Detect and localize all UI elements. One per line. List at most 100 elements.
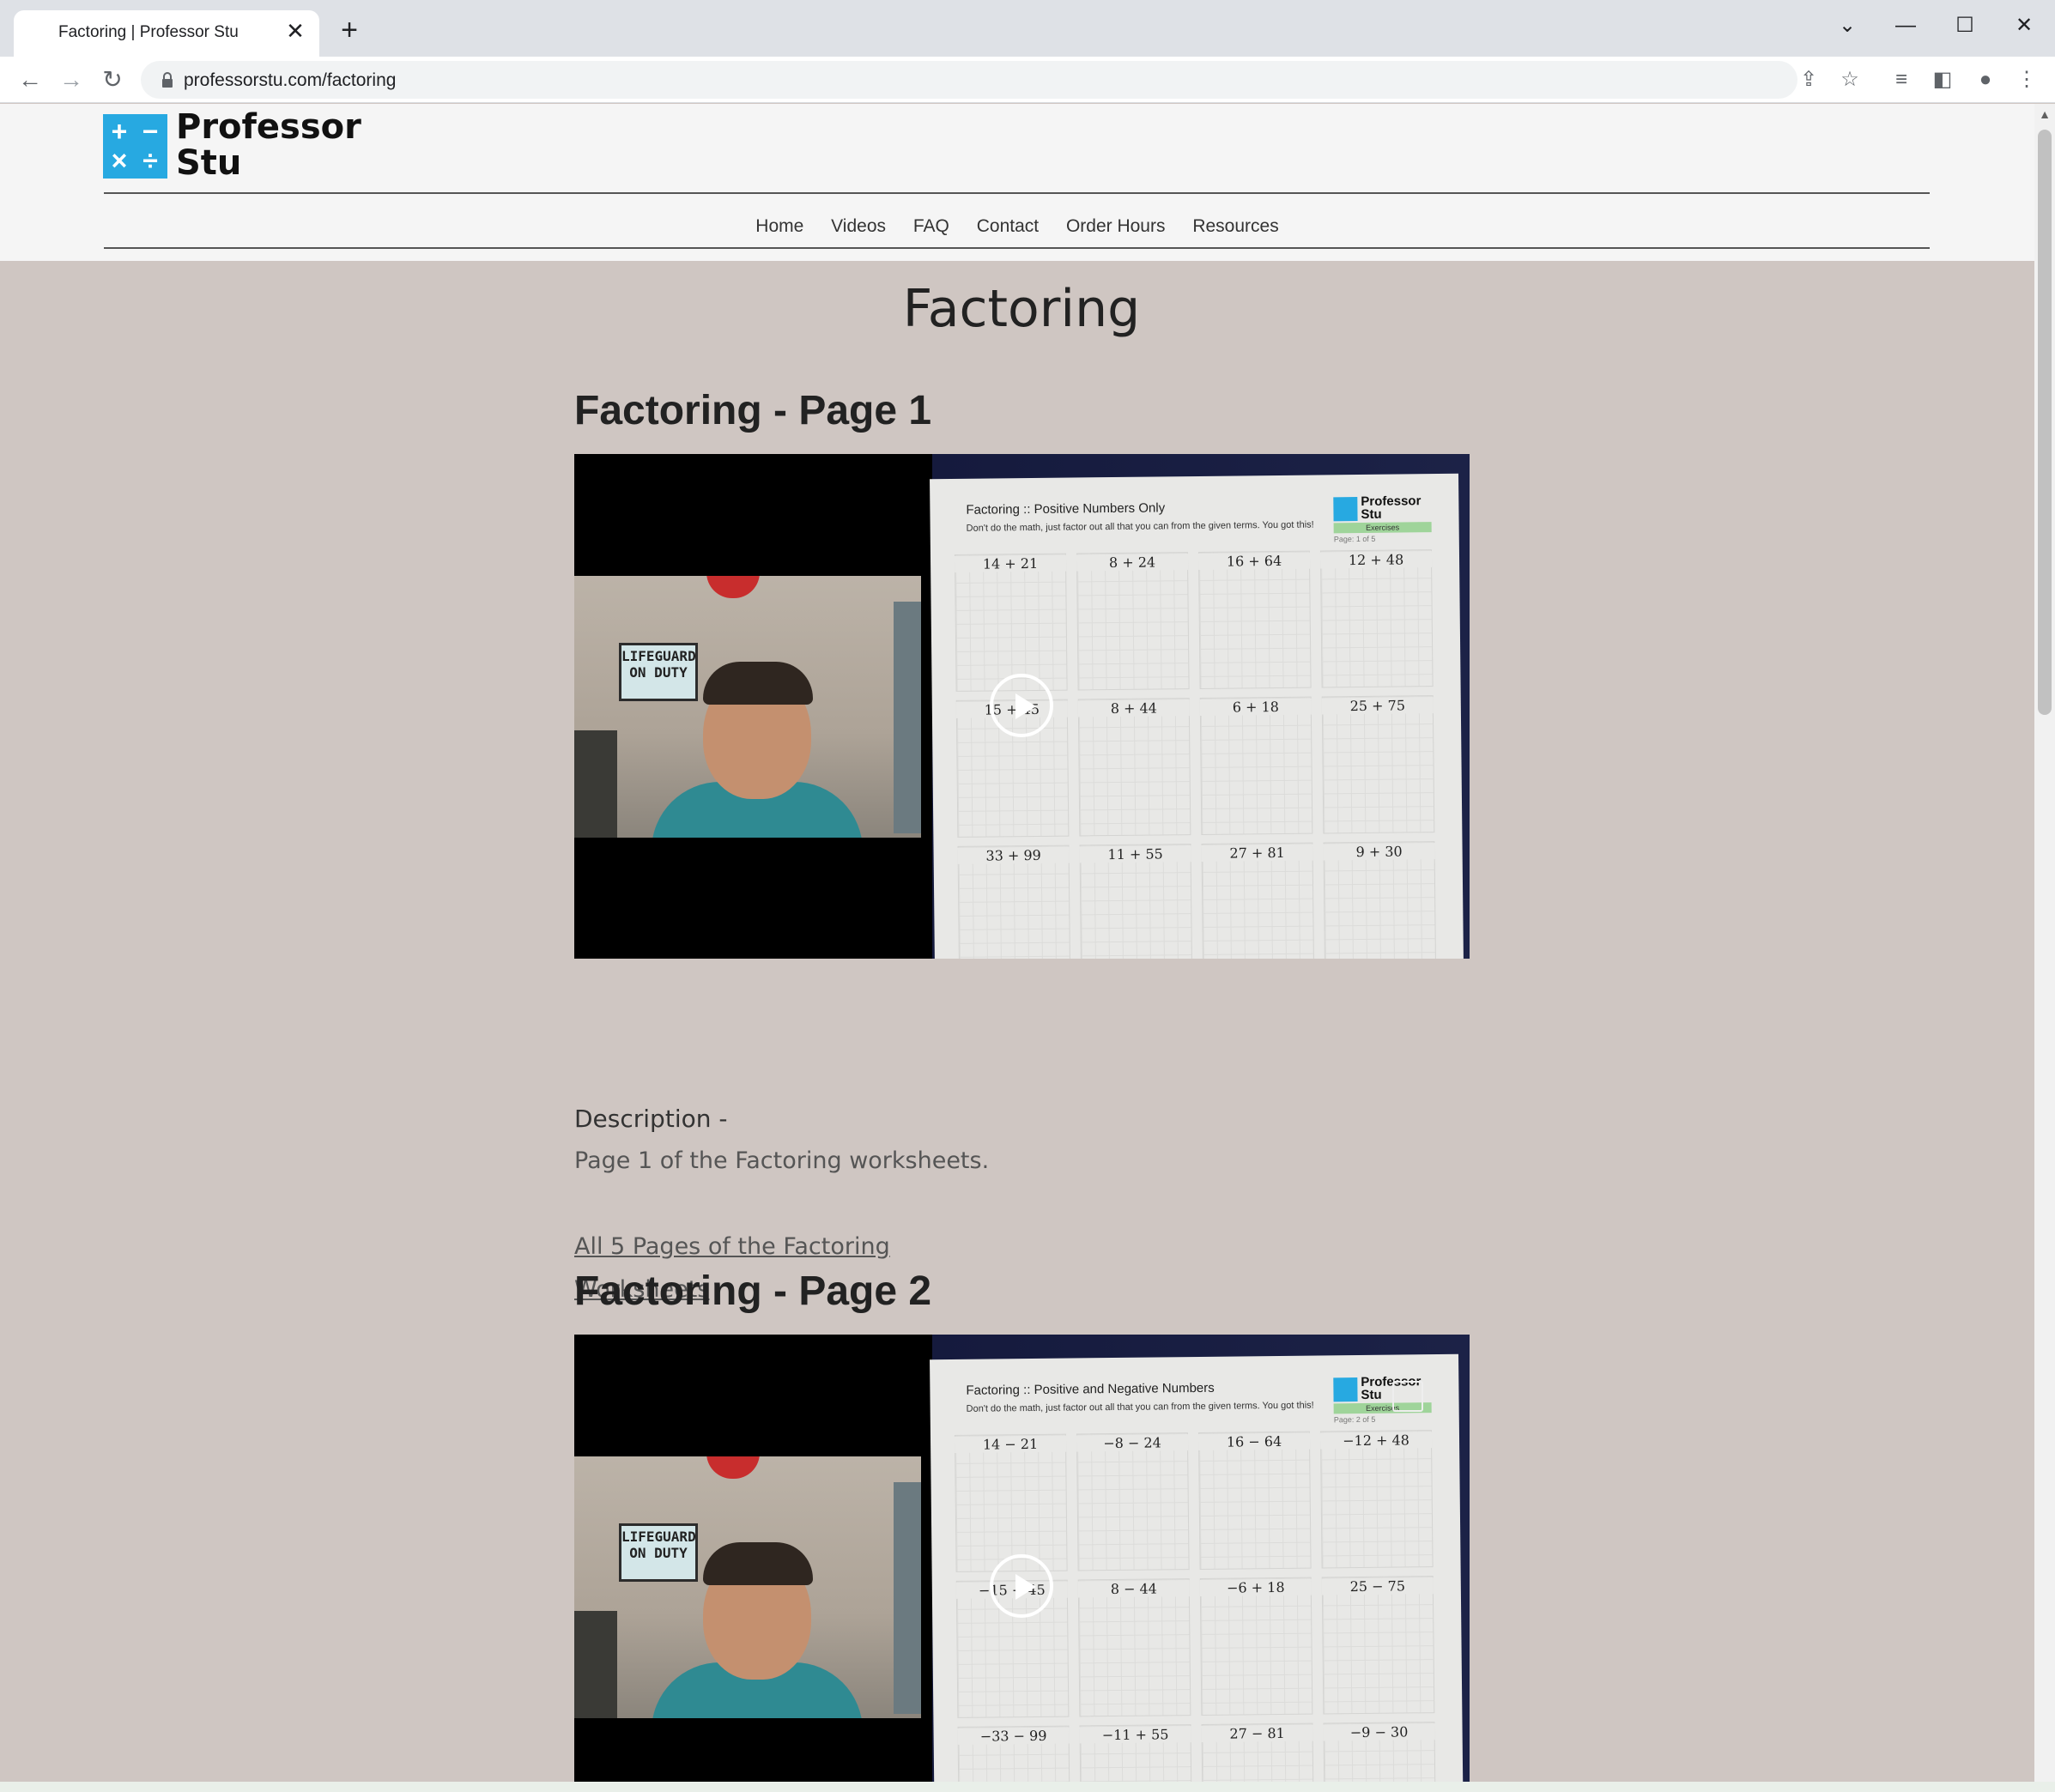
tab-close-icon[interactable]: ✕: [283, 19, 307, 43]
menu-kebab-icon[interactable]: ⋮: [2010, 64, 2043, 96]
bookmark-star-icon[interactable]: ☆: [1834, 64, 1866, 96]
nav-divider: [104, 247, 1930, 249]
scroll-up-arrow-icon[interactable]: ▲: [2038, 107, 2052, 121]
problem-text: 27 − 81: [1201, 1724, 1313, 1742]
video-player[interactable]: LIFEGUARD ON DUTY Factoring :: Positive …: [574, 454, 1470, 959]
cam-wall-item: [894, 602, 921, 833]
problem-text: 8 + 44: [1077, 699, 1190, 717]
problem-cell: [1197, 550, 1312, 689]
worksheet-logo-line1: Professor: [1361, 493, 1422, 509]
video-webcam-frame: LIFEGUARD ON DUTY: [574, 576, 921, 838]
play-triangle: [1015, 1574, 1036, 1600]
problem-text: 8 + 24: [1076, 554, 1189, 572]
problem-cell: [1077, 1578, 1191, 1717]
problem-cell: [1319, 549, 1434, 688]
header-divider: [104, 192, 1930, 194]
new-tab-button[interactable]: +: [336, 15, 362, 45]
problem-text: 14 − 21: [954, 1435, 1067, 1453]
side-panel-icon[interactable]: ◧: [1926, 64, 1959, 96]
logo-text[interactable]: Professor Stu: [176, 109, 361, 181]
logo-minus: −: [142, 116, 159, 147]
description-label: Description -: [574, 1105, 728, 1133]
problem-text: −9 − 30: [1323, 1723, 1435, 1741]
browser-toolbar: ← → ↻ professorstu.com/factoring ⇪ ☆ ≡ ◧…: [0, 57, 2055, 103]
share-icon[interactable]: ⇪: [1792, 64, 1825, 96]
page-scrollbar[interactable]: ▲: [2034, 104, 2055, 1782]
page-viewport: + − × ÷ Professor Stu Home Videos FAQ Co…: [0, 104, 2034, 1782]
problem-text: 8 − 44: [1077, 1580, 1190, 1598]
problem-text: −33 − 99: [957, 1727, 1070, 1745]
play-triangle: [1015, 693, 1036, 719]
worksheet-logo-line2: Stu: [1361, 506, 1382, 522]
tab-title: Factoring | Professor Stu: [58, 23, 239, 41]
problem-cell: [1197, 1431, 1312, 1570]
nav-contact[interactable]: Contact: [977, 216, 1039, 237]
close-window-button[interactable]: ✕: [2007, 9, 2041, 43]
person-hair: [703, 1542, 813, 1585]
video-webcam-frame: LIFEGUARD ON DUTY: [574, 1456, 921, 1718]
problem-text: −12 + 48: [1319, 1432, 1433, 1450]
play-button-icon[interactable]: [990, 1554, 1053, 1618]
stop-sign: [706, 1456, 760, 1479]
nav-home[interactable]: Home: [755, 216, 803, 237]
minimize-button[interactable]: —: [1888, 9, 1923, 43]
forward-icon[interactable]: →: [55, 64, 88, 96]
page-title: Factoring: [902, 279, 1141, 339]
worksheet-logo-text: Professor Stu: [1361, 493, 1422, 522]
problem-cell: [954, 553, 1068, 692]
browser-tab-bar: Factoring | Professor Stu ✕ + ⌄ — ☐ ✕: [0, 0, 2055, 57]
worksheet-logo-icon: [1333, 497, 1358, 522]
logo-divide: ÷: [142, 145, 158, 176]
problem-text: 25 − 75: [1321, 1577, 1434, 1595]
problem-text: 11 + 55: [1079, 845, 1191, 863]
problem-cell: [1199, 1577, 1313, 1716]
nav-faq[interactable]: FAQ: [913, 216, 949, 237]
section-title: Factoring - Page 2: [574, 1268, 932, 1314]
video-player[interactable]: LIFEGUARD ON DUTY Factoring :: Positive …: [574, 1335, 1470, 1782]
worksheet-instructions: Don't do the math, just factor out all t…: [966, 1400, 1314, 1414]
problem-cell: [1321, 695, 1435, 834]
reload-icon[interactable]: ↻: [96, 64, 129, 96]
address-bar[interactable]: professorstu.com/factoring: [141, 61, 1797, 99]
problem-text: −11 + 55: [1079, 1726, 1191, 1744]
logo-times: ×: [111, 145, 128, 176]
worksheets-link[interactable]: All 5 Pages of the Factoring: [574, 1233, 935, 1260]
problem-text: −6 + 18: [1199, 1578, 1312, 1596]
worksheet-page-number: Page: 2 of 5: [1333, 1414, 1376, 1425]
cam-wall-item: [894, 1482, 921, 1714]
nav-order-hours[interactable]: Order Hours: [1066, 216, 1166, 237]
lifeguard-sign: LIFEGUARD ON DUTY: [619, 643, 698, 701]
play-button-icon[interactable]: [990, 674, 1053, 737]
logo-line1: Professor: [176, 107, 361, 147]
back-icon[interactable]: ←: [14, 64, 46, 96]
section-title: Factoring - Page 1: [574, 388, 932, 433]
logo-plus: +: [111, 116, 128, 147]
maximize-button[interactable]: ☐: [1948, 9, 1982, 43]
tab-search-icon[interactable]: ⌄: [1830, 9, 1864, 43]
problem-text: 16 − 64: [1197, 1432, 1311, 1450]
problem-text: 16 + 64: [1197, 552, 1311, 570]
nav-videos[interactable]: Videos: [831, 216, 886, 237]
problem-cell: [1321, 1576, 1435, 1715]
problem-text: 6 + 18: [1199, 698, 1312, 716]
picture-in-picture-icon[interactable]: [1392, 1381, 1423, 1412]
cam-shelf: [574, 1611, 617, 1718]
problem-cell: [1077, 698, 1191, 837]
problem-cell: [1199, 696, 1313, 835]
worksheet-page-number: Page: 1 of 5: [1333, 534, 1376, 544]
problem-cell: [954, 1433, 1068, 1572]
browser-tab[interactable]: Factoring | Professor Stu ✕: [14, 10, 319, 57]
problem-text: 27 + 81: [1201, 844, 1313, 862]
worksheet-title: Factoring :: Positive and Negative Numbe…: [966, 1380, 1215, 1398]
profile-avatar-icon[interactable]: ●: [1969, 64, 2002, 96]
person-hair: [703, 662, 813, 705]
reading-list-icon[interactable]: ≡: [1885, 64, 1918, 96]
logo-line2: Stu: [176, 143, 242, 183]
scrollbar-thumb[interactable]: [2038, 130, 2052, 715]
nav-resources[interactable]: Resources: [1192, 216, 1278, 237]
problem-text: 25 + 75: [1321, 697, 1434, 715]
logo-icon[interactable]: + − × ÷: [103, 114, 167, 179]
url-text: professorstu.com/factoring: [184, 70, 397, 90]
problem-text: 14 + 21: [954, 554, 1067, 572]
problem-text: 33 + 99: [957, 846, 1070, 864]
